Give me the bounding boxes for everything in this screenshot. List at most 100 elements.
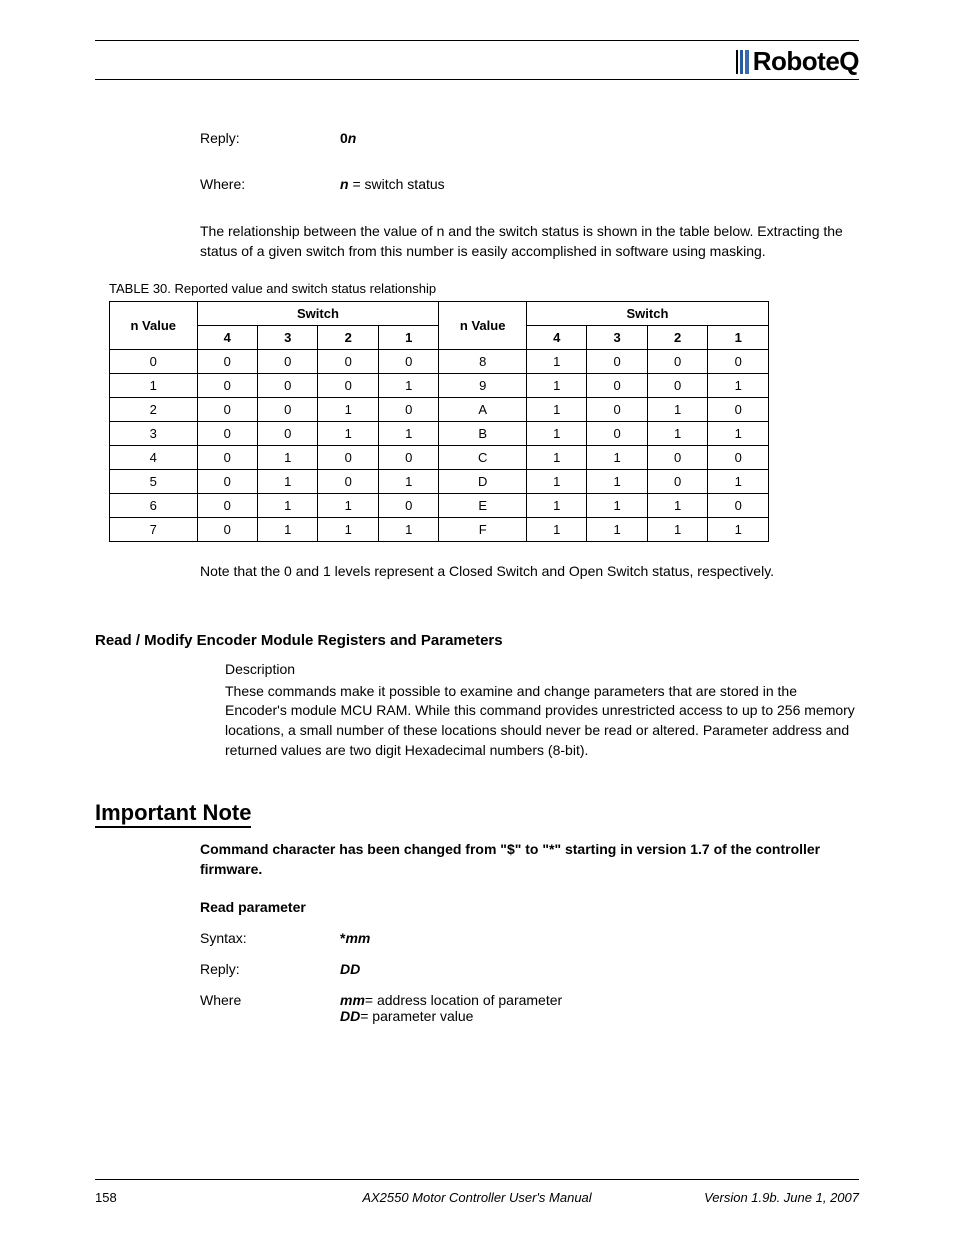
table-cell: 0 [318,446,378,470]
where-row: Where: n = switch status [200,176,859,192]
table-cell: 0 [257,422,317,446]
table-cell: 0 [197,470,257,494]
table-cell: 1 [526,494,586,518]
table-cell: 1 [318,518,378,542]
table-cell: A [439,398,527,422]
table-cell: 1 [587,470,647,494]
table-caption: TABLE 30. Reported value and switch stat… [109,281,859,296]
table-cell: 3 [110,422,198,446]
table-cell: 5 [110,470,198,494]
table-cell: 0 [708,446,769,470]
table-cell: 1 [378,470,438,494]
table-cell: 0 [318,374,378,398]
table-cell: 0 [257,374,317,398]
brand-logo: RoboteQ [736,46,859,77]
logo-bars-icon [736,50,749,74]
reply2-value: DD [340,961,360,977]
footer: 158 AX2550 Motor Controller User's Manua… [95,1190,859,1205]
where2-value: mm= address location of parameter DD= pa… [340,992,562,1024]
table-cell: 1 [110,374,198,398]
table-cell: 1 [257,518,317,542]
syntax-row: Syntax: *mm [200,930,859,946]
table-cell: 4 [110,446,198,470]
table-cell: 0 [197,374,257,398]
table-cell: 1 [526,398,586,422]
reply-label: Reply: [200,130,340,146]
description-paragraph: These commands make it possible to exami… [225,682,859,760]
table-cell: 0 [587,398,647,422]
table-row: 0000081000 [110,350,769,374]
footer-title: AX2550 Motor Controller User's Manual [95,1190,859,1205]
table-cell: F [439,518,527,542]
reply2-label: Reply: [200,961,340,977]
table-cell: 8 [439,350,527,374]
table-row: 50101D1101 [110,470,769,494]
table-cell: 0 [197,350,257,374]
table-cell: 0 [587,422,647,446]
section-heading: Read / Modify Encoder Module Registers a… [95,632,859,649]
table-cell: 0 [587,350,647,374]
table-cell: 0 [257,350,317,374]
table-cell: 0 [197,446,257,470]
table-cell: 1 [378,518,438,542]
table-cell: 0 [378,494,438,518]
table-cell: 1 [647,518,707,542]
where-label: Where: [200,176,340,192]
note-paragraph: Note that the 0 and 1 levels represent a… [200,562,859,582]
reply-value: 0n [340,130,356,146]
table-cell: 0 [318,470,378,494]
syntax-label: Syntax: [200,930,340,946]
table-cell: 0 [197,422,257,446]
table-cell: 1 [708,470,769,494]
table-cell: 0 [110,350,198,374]
table-cell: 0 [708,350,769,374]
table-cell: 0 [378,398,438,422]
table-cell: 1 [526,518,586,542]
col-switch-left: Switch [197,302,439,326]
table-cell: 7 [110,518,198,542]
table-cell: 6 [110,494,198,518]
table-row: 60110E1110 [110,494,769,518]
table-cell: 1 [708,518,769,542]
table-cell: 1 [647,398,707,422]
where2-row: Where mm= address location of parameter … [200,992,859,1024]
table-cell: 1 [526,374,586,398]
table-cell: 1 [587,494,647,518]
description-label: Description [225,661,859,677]
read-parameter-heading: Read parameter [200,899,859,915]
table-cell: 1 [708,374,769,398]
paragraph-relationship: The relationship between the value of n … [200,222,859,261]
table-cell: 1 [526,470,586,494]
table-row: 70111F1111 [110,518,769,542]
table-cell: 1 [257,470,317,494]
important-note-heading: Important Note [95,800,251,828]
table-head: n Value Switch n Value Switch 4 3 2 1 4 … [110,302,769,350]
table-cell: 1 [587,518,647,542]
table-cell: 0 [197,398,257,422]
table-cell: 1 [647,422,707,446]
reply-row: Reply: 0n [200,130,859,146]
table-row: 40100C1100 [110,446,769,470]
table-cell: 0 [647,470,707,494]
logo-text: RoboteQ [753,46,859,77]
table-cell: 0 [378,350,438,374]
table-cell: 1 [318,422,378,446]
table-cell: 1 [378,422,438,446]
table-cell: 1 [526,422,586,446]
table-cell: 1 [257,494,317,518]
table-cell: 1 [318,494,378,518]
table-cell: 2 [110,398,198,422]
header-row: RoboteQ [95,46,859,80]
col-nvalue-right: n Value [439,302,527,350]
table-cell: 0 [257,398,317,422]
table-cell: 0 [378,446,438,470]
important-note-text: Command character has been changed from … [200,840,859,879]
table-cell: 0 [587,374,647,398]
where-value: n = switch status [340,176,445,192]
table-row: 30011B1011 [110,422,769,446]
table-cell: 1 [587,446,647,470]
where2-label: Where [200,992,340,1024]
table-cell: 0 [197,518,257,542]
table-cell: 0 [708,494,769,518]
table-cell: 0 [708,398,769,422]
